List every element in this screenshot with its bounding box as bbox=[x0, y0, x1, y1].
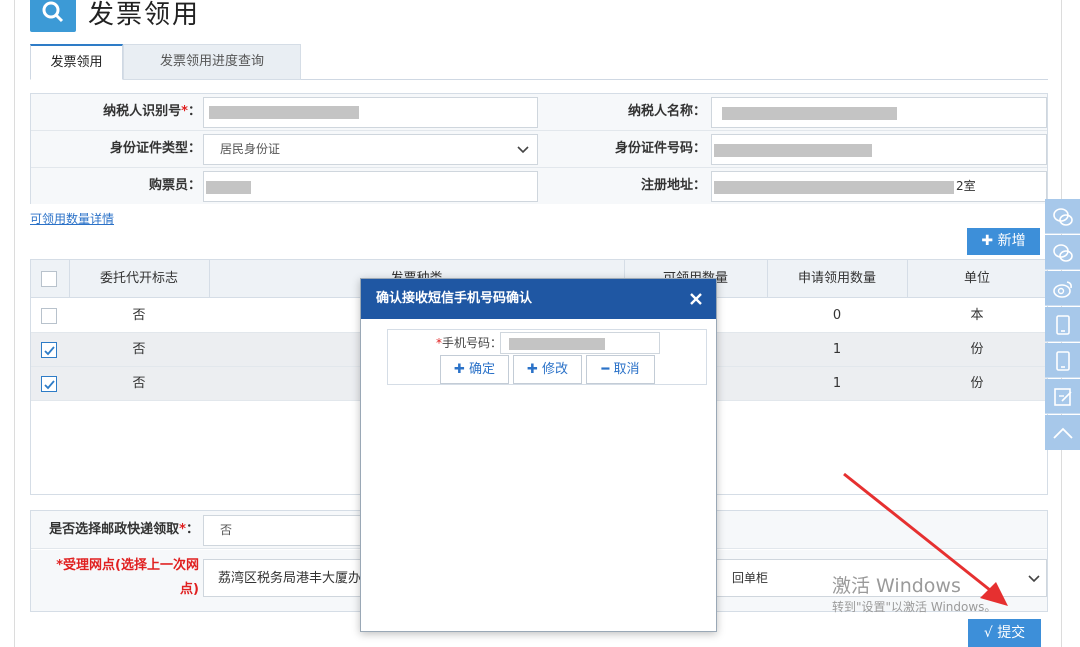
edit-icon[interactable] bbox=[1045, 379, 1080, 414]
phone-label: *手机号码： bbox=[435, 336, 502, 350]
address-field[interactable]: 2室 bbox=[711, 171, 1047, 202]
id-number-label: 身份证件号码： bbox=[614, 141, 706, 156]
delivery-select[interactable]: 否 bbox=[203, 515, 383, 546]
search-icon bbox=[30, 0, 76, 32]
weibo-icon[interactable] bbox=[1045, 271, 1080, 306]
taxpayer-name-label: 纳税人名称： bbox=[627, 104, 706, 119]
unit: 份 bbox=[970, 376, 984, 391]
row-checkbox[interactable] bbox=[41, 308, 57, 324]
col-header: 委托代开标志 bbox=[99, 271, 178, 286]
cancel-label: 取消 bbox=[613, 362, 640, 377]
wechat-icon[interactable] bbox=[1045, 235, 1080, 270]
checkmark-icon: √ bbox=[983, 625, 993, 641]
check-icon bbox=[44, 346, 55, 356]
confirm-label: 确定 bbox=[469, 362, 496, 377]
chevron-down-icon bbox=[517, 146, 529, 154]
buyer-field[interactable] bbox=[203, 171, 538, 202]
cancel-button[interactable]: ━ 取消 bbox=[586, 355, 655, 384]
plus-icon: ✚ bbox=[526, 362, 538, 377]
apply-qty: 1 bbox=[832, 342, 842, 357]
delivery-label: 是否选择邮政快递领取*： bbox=[49, 522, 199, 537]
id-type-label: 身份证件类型： bbox=[109, 141, 201, 156]
col-header: 单位 bbox=[963, 271, 990, 286]
agent-flag: 否 bbox=[132, 308, 146, 323]
taxpayer-id-label: 纳税人识别号*： bbox=[103, 104, 201, 119]
address-label: 注册地址： bbox=[640, 178, 706, 193]
plus-icon: ✚ bbox=[453, 362, 465, 377]
apply-qty: 0 bbox=[832, 308, 842, 323]
buyer-label: 购票员： bbox=[148, 178, 201, 193]
taxpayer-info-panel: 纳税人识别号*： 纳税人名称： 身份证件类型： 居民身份证 身份证件号码： 购票… bbox=[30, 93, 1048, 204]
info-row: 纳税人识别号*： 纳税人名称： bbox=[31, 94, 1047, 131]
id-type-value: 居民身份证 bbox=[220, 142, 281, 156]
add-button-label: 新增 bbox=[997, 233, 1026, 249]
row-checkbox[interactable] bbox=[41, 376, 57, 392]
last-outlet-link[interactable]: 选择上一次网 bbox=[121, 558, 199, 573]
side-toolbar bbox=[1045, 199, 1080, 459]
mobile-icon[interactable] bbox=[1045, 307, 1080, 342]
unit: 本 bbox=[970, 308, 984, 323]
back-to-top-icon[interactable] bbox=[1045, 415, 1080, 450]
agent-flag: 否 bbox=[132, 342, 146, 357]
submit-button-label: 提交 bbox=[997, 625, 1026, 641]
agent-flag: 否 bbox=[132, 376, 146, 391]
row-checkbox[interactable] bbox=[41, 342, 57, 358]
outlet-value: 荔湾区税务局港丰大厦办 bbox=[218, 571, 362, 586]
dialog-header: 确认接收短信手机号码确认 bbox=[361, 279, 716, 319]
apply-qty: 1 bbox=[832, 376, 842, 391]
phone-input[interactable] bbox=[500, 332, 660, 354]
submit-button[interactable]: √ 提交 bbox=[968, 619, 1041, 647]
mobile-icon[interactable] bbox=[1045, 343, 1080, 378]
delivery-value: 否 bbox=[220, 523, 233, 537]
taxpayer-name-field[interactable] bbox=[711, 97, 1047, 128]
tab-bar: 发票领用 发票领用进度查询 bbox=[30, 44, 1048, 80]
add-button[interactable]: ✚ 新增 bbox=[967, 228, 1040, 255]
quota-detail-link[interactable]: 可领用数量详情 bbox=[30, 210, 114, 227]
red-arrow-annotation bbox=[843, 472, 1008, 606]
sms-confirm-dialog: 确认接收短信手机号码确认 *手机号码： ✚ 确定 ✚ 修改 ━ 取消 bbox=[360, 278, 717, 632]
tab-invoice-collect[interactable]: 发票领用 bbox=[30, 44, 123, 80]
outlet-label: *受理网点(选择上一次网 bbox=[56, 558, 199, 573]
wechat-icon[interactable] bbox=[1045, 199, 1080, 234]
confirm-button[interactable]: ✚ 确定 bbox=[440, 355, 509, 384]
tab-progress-query[interactable]: 发票领用进度查询 bbox=[123, 44, 301, 80]
edit-button[interactable]: ✚ 修改 bbox=[513, 355, 582, 384]
info-row: 身份证件类型： 居民身份证 身份证件号码： bbox=[31, 131, 1047, 168]
info-row: 购票员： 注册地址： 2室 bbox=[31, 168, 1047, 204]
outlet-value-tail: 回单柜 bbox=[732, 571, 769, 585]
select-all-checkbox[interactable] bbox=[41, 271, 57, 287]
unit: 份 bbox=[970, 342, 984, 357]
check-icon bbox=[44, 380, 55, 390]
col-header: 申请领用数量 bbox=[797, 271, 876, 286]
taxpayer-id-field[interactable] bbox=[203, 97, 538, 128]
address-suffix: 2室 bbox=[956, 179, 976, 193]
page-title: 发票领用 bbox=[88, 0, 201, 30]
plus-icon: ✚ bbox=[981, 233, 994, 249]
id-type-select[interactable]: 居民身份证 bbox=[203, 134, 538, 165]
dialog-body: *手机号码： ✚ 确定 ✚ 修改 ━ 取消 bbox=[387, 329, 707, 385]
close-icon[interactable] bbox=[688, 291, 704, 307]
outlet-label-cont: 点) bbox=[180, 582, 199, 597]
edit-label: 修改 bbox=[542, 362, 569, 377]
id-number-field[interactable] bbox=[711, 134, 1047, 165]
dialog-title: 确认接收短信手机号码确认 bbox=[376, 291, 533, 306]
minus-icon: ━ bbox=[601, 362, 610, 377]
